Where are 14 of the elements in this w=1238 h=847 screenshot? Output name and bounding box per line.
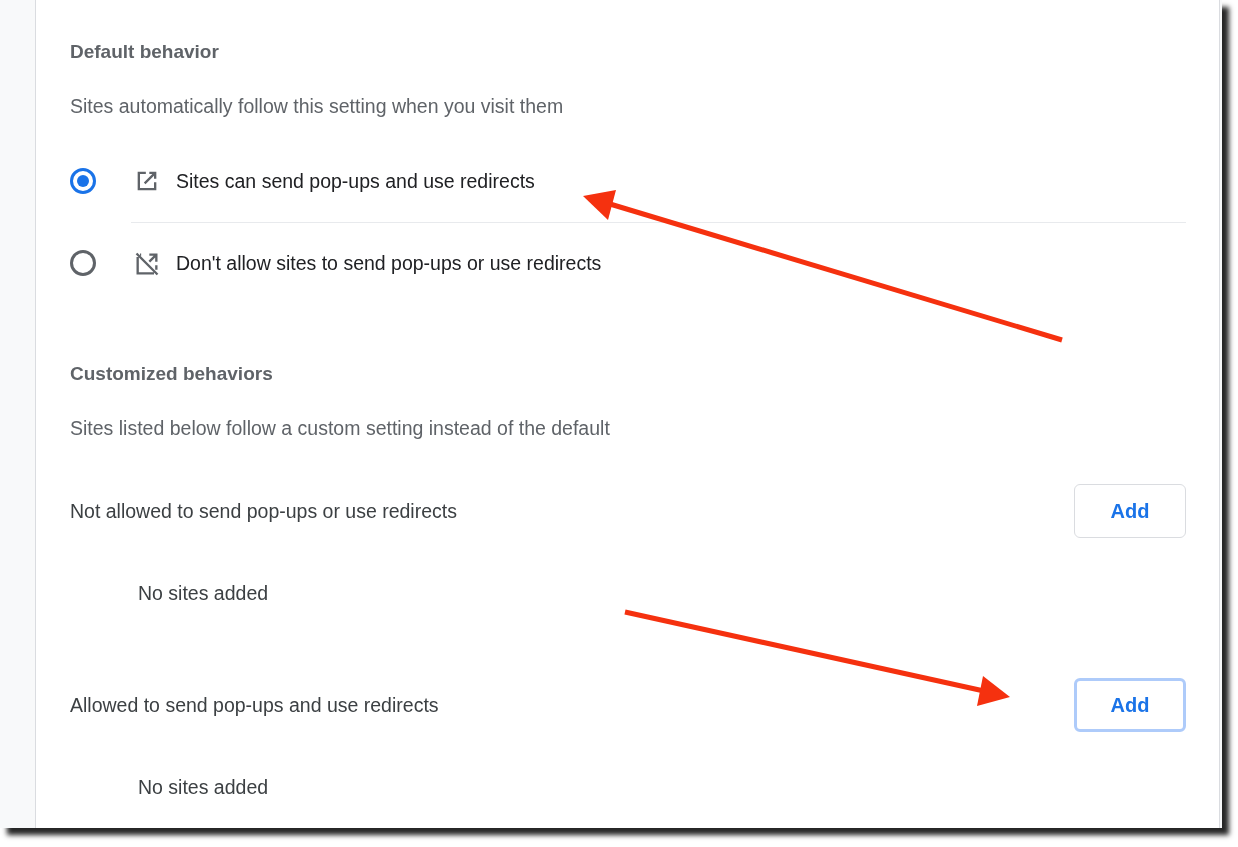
radio-button[interactable]	[70, 168, 96, 194]
section-heading: Default behavior	[70, 40, 219, 64]
add-button[interactable]: Add	[1074, 484, 1186, 538]
list-label: Allowed to send pop-ups and use redirects	[70, 693, 439, 717]
add-button[interactable]: Add	[1074, 678, 1186, 732]
empty-message: No sites added	[138, 581, 269, 605]
section-description: Sites listed below follow a custom setting instead of the default	[70, 416, 610, 440]
empty-message: No sites added	[138, 775, 269, 799]
list-label: Not allowed to send pop-ups or use redirects	[70, 499, 457, 523]
radio-button[interactable]	[70, 250, 96, 276]
section-description: Sites automatically follow this setting when you visit them	[70, 94, 564, 118]
option-label: Sites can send pop-ups and use redirects	[176, 169, 535, 193]
option-label: Don't allow sites to send pop-ups or use redirects	[176, 252, 602, 275]
section-heading: Customized behaviors	[70, 362, 273, 386]
